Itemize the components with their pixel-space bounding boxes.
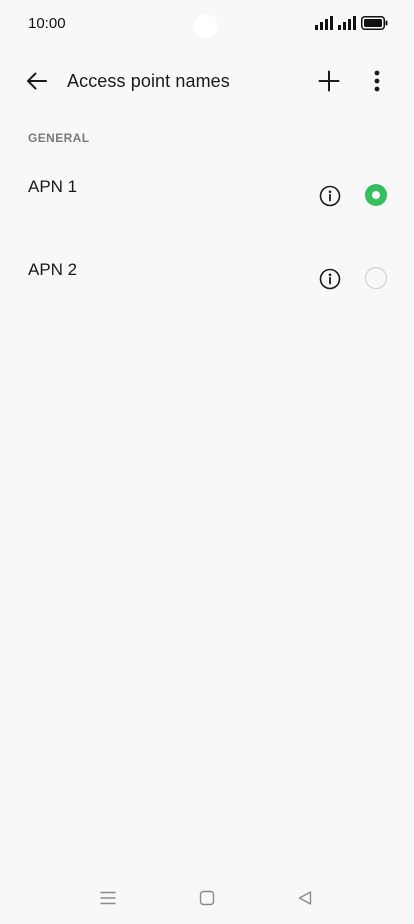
recent-apps-button[interactable] xyxy=(93,886,123,910)
plus-icon xyxy=(318,70,340,92)
status-time: 10:00 xyxy=(28,15,66,32)
apn-radio-selected[interactable] xyxy=(365,184,387,206)
signal-icon-2 xyxy=(338,16,356,30)
home-square-icon xyxy=(199,890,215,906)
menu-icon xyxy=(100,891,116,905)
apn-row[interactable]: APN 2 xyxy=(0,235,414,317)
apn-info-button[interactable] xyxy=(316,265,344,293)
apn-row[interactable]: APN 1 xyxy=(0,152,414,234)
battery-icon xyxy=(361,16,388,30)
back-triangle-icon xyxy=(298,891,312,905)
system-back-button[interactable] xyxy=(290,886,320,910)
app-bar: Access point names xyxy=(0,56,414,108)
info-icon xyxy=(319,268,341,290)
radio-dot xyxy=(372,191,380,199)
back-button[interactable] xyxy=(15,59,59,103)
more-vertical-icon xyxy=(374,70,380,92)
arrow-left-icon xyxy=(27,72,47,90)
apn-name: APN 2 xyxy=(28,260,78,279)
signal-icon xyxy=(315,16,333,30)
home-button[interactable] xyxy=(192,886,222,910)
status-icons xyxy=(315,15,388,31)
navigation-bar xyxy=(0,876,414,920)
more-options-button[interactable] xyxy=(355,59,399,103)
camera-cutout xyxy=(194,14,218,38)
status-bar: 10:00 xyxy=(0,0,414,48)
section-header-general: GENERAL xyxy=(28,131,90,145)
apn-info-button[interactable] xyxy=(316,182,344,210)
apn-radio-unselected[interactable] xyxy=(365,267,387,289)
info-icon xyxy=(319,185,341,207)
page-title: Access point names xyxy=(67,71,230,91)
apn-name: APN 1 xyxy=(28,177,78,196)
add-apn-button[interactable] xyxy=(307,59,351,103)
